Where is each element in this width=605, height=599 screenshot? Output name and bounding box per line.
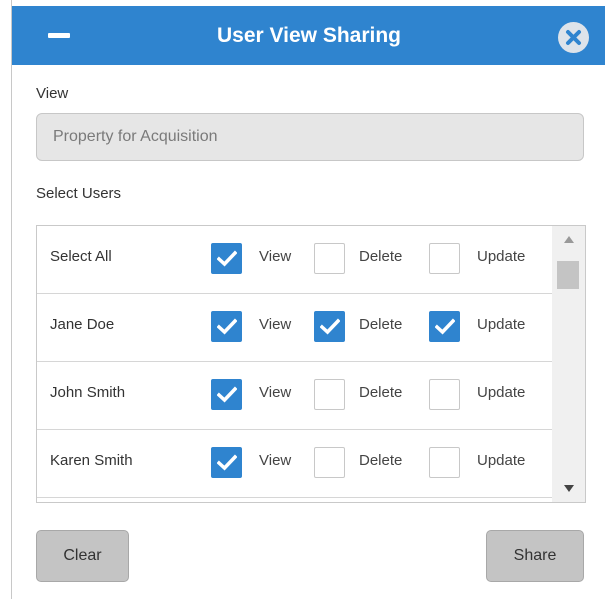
user-row: Jane Doe View Delete Update bbox=[37, 294, 552, 362]
user-row: Karen Smith View Delete Update bbox=[37, 430, 552, 498]
scrollbar[interactable] bbox=[552, 226, 585, 502]
user-name: John Smith bbox=[50, 384, 126, 401]
update-permission-checkbox[interactable] bbox=[429, 311, 460, 342]
delete-permission-checkbox[interactable] bbox=[314, 311, 345, 342]
user-row: John Smith View Delete Update bbox=[37, 362, 552, 430]
update-permission-label: Update bbox=[477, 452, 526, 469]
delete-permission-label: Delete bbox=[359, 452, 403, 469]
user-name: Select All bbox=[50, 248, 112, 265]
update-permission-checkbox[interactable] bbox=[429, 379, 460, 410]
update-permission-label: Update bbox=[477, 316, 526, 333]
close-icon[interactable] bbox=[558, 22, 589, 53]
update-permission-label: Update bbox=[477, 384, 526, 401]
delete-permission-label: Delete bbox=[359, 316, 403, 333]
view-permission-label: View bbox=[259, 452, 292, 469]
clear-button[interactable]: Clear bbox=[36, 530, 129, 582]
scroll-up-arrow-icon[interactable] bbox=[564, 236, 574, 243]
view-permission-label: View bbox=[259, 384, 292, 401]
view-name-field[interactable] bbox=[36, 113, 584, 161]
view-label: View bbox=[36, 85, 69, 102]
delete-permission-label: Delete bbox=[359, 384, 403, 401]
share-button[interactable]: Share bbox=[486, 530, 584, 582]
user-name: Karen Smith bbox=[50, 452, 133, 469]
user-name: Jane Doe bbox=[50, 316, 115, 333]
view-permission-checkbox[interactable] bbox=[211, 311, 242, 342]
update-permission-checkbox[interactable] bbox=[429, 243, 460, 274]
update-permission-label: Update bbox=[477, 248, 526, 265]
select-all-row: Select All View Delete Update bbox=[37, 226, 552, 294]
view-permission-checkbox[interactable] bbox=[211, 379, 242, 410]
dialog-titlebar: User View Sharing bbox=[12, 6, 605, 65]
delete-permission-checkbox[interactable] bbox=[314, 379, 345, 410]
scrollbar-thumb[interactable] bbox=[557, 261, 579, 289]
user-permissions-list[interactable]: Select All View Delete Update Jane Doe View De… bbox=[36, 225, 586, 503]
delete-permission-checkbox[interactable] bbox=[314, 447, 345, 478]
select-users-label: Select Users bbox=[36, 185, 122, 202]
view-permission-label: View bbox=[259, 316, 292, 333]
view-permission-checkbox[interactable] bbox=[211, 243, 242, 274]
user-view-sharing-dialog: User View Sharing View Select Users Sele… bbox=[11, 0, 605, 599]
update-permission-checkbox[interactable] bbox=[429, 447, 460, 478]
scroll-down-arrow-icon[interactable] bbox=[564, 485, 574, 492]
dialog-title: User View Sharing bbox=[216, 24, 402, 47]
view-permission-checkbox[interactable] bbox=[211, 447, 242, 478]
view-permission-label: View bbox=[259, 248, 292, 265]
delete-permission-label: Delete bbox=[359, 248, 403, 265]
delete-permission-checkbox[interactable] bbox=[314, 243, 345, 274]
